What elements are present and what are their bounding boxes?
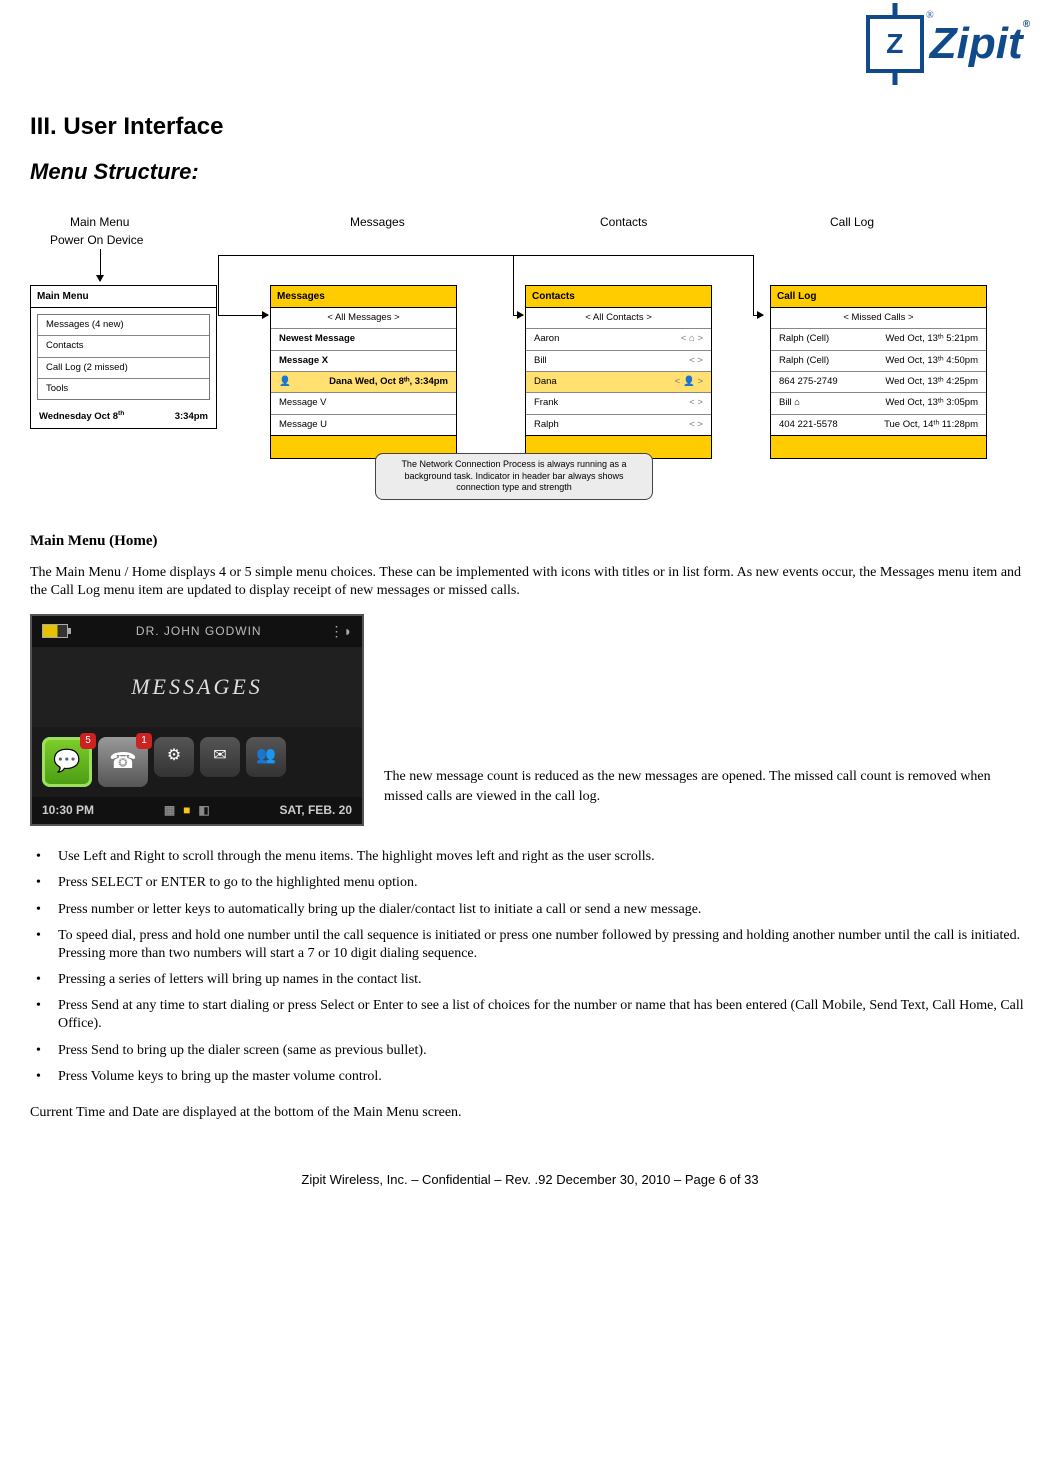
mock-message-row: Newest Message [271,329,456,350]
mock-contact-row: Dana< 👤 > [526,372,711,393]
phone-app-icon: ☎1 [98,737,148,787]
label-contacts: Contacts [600,215,647,231]
instruction-item: Press SELECT or ENTER to go to the highl… [30,874,1030,892]
badge-count: 1 [136,733,152,749]
messages-app-icon: 💬5 [42,737,92,787]
instruction-list: Use Left and Right to scroll through the… [30,848,1030,1086]
indicator-icon: ■ [183,803,190,819]
instruction-item: Press Volume keys to bring up the master… [30,1068,1030,1086]
mock-main-item: Call Log (2 missed) [38,358,209,379]
mock-main-item: Messages (4 new) [38,315,209,336]
mock-calllog: Call Log < Missed Calls > Ralph (Cell)We… [770,285,987,459]
mock-calllog-row: Ralph (Cell)Wed Oct, 13ᵗʰ 4:50pm [771,351,986,372]
mock-calllog-row: Bill ⌂Wed Oct, 13ᵗʰ 3:05pm [771,393,986,414]
indicator-icon: ◧ [198,803,209,819]
instruction-item: Press number or letter keys to automatic… [30,901,1030,919]
mock-messages-title: Messages [271,286,456,308]
mock-main-item: Tools [38,379,209,399]
logo-badge-icon: Z [866,15,924,73]
mock-calllog-row: Ralph (Cell)Wed Oct, 13ᵗʰ 5:21pm [771,329,986,350]
mock-message-row: Message V [271,393,456,414]
arrow-to-contacts [513,315,523,316]
arrow-conn2 [513,255,753,256]
mock-calllog-row: 864 275-2749Wed Oct, 13ᵗʰ 4:25pm [771,372,986,393]
mock-contact-row: Bill< > [526,351,711,372]
mock-messages-filter: < All Messages > [271,308,456,329]
indicator-icon: ▦ [164,803,175,819]
device-mock: DR. JOHN GODWIN ⋮◗ MESSAGES 💬5 ☎1 ⚙ ✉ 👥 … [30,614,364,826]
network-note: The Network Connection Process is always… [375,453,653,500]
menu-structure-diagram: Main Menu Power On Device Messages Conta… [30,215,1030,505]
arrow-power-to-main [100,249,101,281]
arrow-conn1v [218,255,219,315]
mock-contacts-filter: < All Contacts > [526,308,711,329]
arrow-conn3v [753,255,754,315]
device-date: SAT, FEB. 20 [280,803,352,819]
mock-contact-row: Ralph< > [526,415,711,435]
mock-calllog-filter: < Missed Calls > [771,308,986,329]
device-time: 10:30 PM [42,803,94,819]
mock-messages: Messages < All Messages > Newest Message… [270,285,457,459]
contacts-app-icon: 👥 [246,737,286,777]
wifi-icon: ⋮◗ [330,622,352,640]
device-banner: MESSAGES [131,674,263,700]
mail-app-icon: ✉ [200,737,240,777]
mock-contacts: Contacts < All Contacts > Aaron< ⌂ >Bill… [525,285,712,459]
mock-main-menu: Main Menu Messages (4 new) Contacts Call… [30,285,217,429]
logo-text: Zipit® [930,19,1030,69]
mock-message-row: Message X [271,351,456,372]
mock-main-menu-title: Main Menu [31,286,216,308]
arrow-conn2v [513,255,514,315]
badge-count: 5 [80,733,96,749]
battery-icon [42,624,68,638]
registered-icon: ® [926,9,934,22]
mock-contacts-title: Contacts [526,286,711,308]
mock-message-row: Message U [271,415,456,435]
arrow-to-calllog [753,315,763,316]
mock-calllog-row: 404 221-5578Tue Oct, 14ᵗʰ 11:28pm [771,415,986,435]
zipit-logo: Z ® Zipit® [866,15,1030,73]
mock-message-row: 👤 Dana Wed, Oct 8ᵗʰ, 3:34pm [271,372,456,393]
page-heading: III. User Interface [30,113,1030,141]
mock-contact-row: Frank< > [526,393,711,414]
instruction-item: Pressing a series of letters will bring … [30,971,1030,989]
arrow-conn1 [218,255,513,256]
tools-app-icon: ⚙ [154,737,194,777]
page-footer: Zipit Wireless, Inc. – Confidential – Re… [30,1172,1030,1189]
instruction-item: Press Send to bring up the dialer screen… [30,1042,1030,1060]
device-titlebar-name: DR. JOHN GODWIN [136,624,262,640]
mock-main-item: Contacts [38,336,209,357]
logo-row: Z ® Zipit® [30,15,1030,73]
instruction-item: Press Send at any time to start dialing … [30,997,1030,1033]
arrow-main-to-msgs [218,315,268,316]
mock-calllog-title: Call Log [771,286,986,308]
subsection-heading: Main Menu (Home) [30,533,1030,550]
label-main-menu: Main Menu [70,215,129,231]
closing-paragraph: Current Time and Date are displayed at t… [30,1104,1030,1122]
label-call-log: Call Log [830,215,874,231]
mock-contact-row: Aaron< ⌂ > [526,329,711,350]
instruction-item: To speed dial, press and hold one number… [30,927,1030,963]
label-messages: Messages [350,215,405,231]
section-heading: Menu Structure: [30,159,1030,185]
instruction-item: Use Left and Right to scroll through the… [30,848,1030,866]
device-caption: The new message count is reduced as the … [384,767,1030,826]
label-power-on: Power On Device [50,233,143,249]
intro-paragraph: The Main Menu / Home displays 4 or 5 sim… [30,564,1030,600]
